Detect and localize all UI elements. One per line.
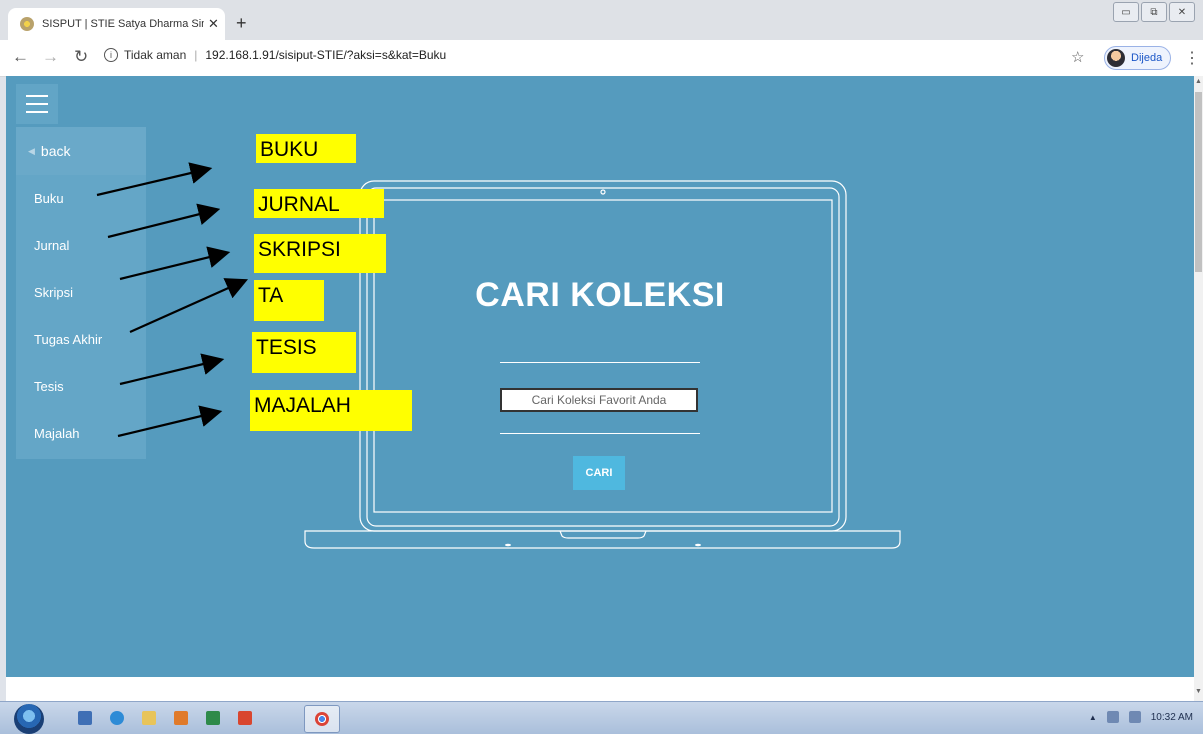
restore-button[interactable]: ⧉ — [1141, 2, 1167, 22]
page-title: CARI KOLEKSI — [475, 276, 725, 314]
profile-button[interactable]: Dijeda — [1104, 46, 1172, 70]
search-button[interactable]: CARI — [573, 456, 625, 490]
close-window-button[interactable]: ✕ — [1169, 2, 1195, 22]
scroll-down-icon[interactable]: ▼ — [1195, 688, 1202, 695]
start-button[interactable] — [14, 704, 44, 734]
excel-icon[interactable] — [206, 711, 220, 725]
page-scrollbar[interactable]: ▲ ▼ — [1194, 76, 1203, 701]
browser-toolbar: ← → ↻ i Tidak aman | 192.168.1.91/sisipu… — [0, 40, 1203, 77]
browser-tab[interactable]: SISPUT | STIE Satya Dharma Singa ✕ — [8, 8, 225, 40]
explorer-icon[interactable] — [142, 711, 156, 725]
address-url[interactable]: 192.168.1.91/sisiput-STIE/?aksi=s&kat=Bu… — [205, 48, 446, 62]
tray-expand-icon[interactable]: ▲ — [1089, 713, 1097, 722]
volume-icon[interactable] — [1128, 711, 1141, 723]
arrow-tesis — [119, 353, 225, 386]
tab-strip: SISPUT | STIE Satya Dharma Singa ✕ + ▭ ⧉… — [0, 0, 1203, 40]
info-icon[interactable]: i — [104, 48, 118, 62]
chrome-icon — [315, 712, 329, 726]
powerpoint-icon[interactable] — [238, 711, 252, 725]
forward-arrow-icon[interactable]: → — [42, 48, 59, 66]
security-label: Tidak aman — [124, 48, 187, 62]
network-icon[interactable] — [1106, 711, 1119, 723]
tab-title: SISPUT | STIE Satya Dharma Singa — [42, 18, 204, 30]
avatar — [1107, 49, 1125, 67]
arrow-jurnal — [107, 203, 221, 239]
back-arrow-icon[interactable]: ← — [12, 48, 29, 66]
tab-close-icon[interactable]: ✕ — [208, 16, 219, 32]
clock[interactable]: 10:32 AM — [1151, 712, 1193, 723]
arrow-ta — [129, 278, 249, 334]
divider-bottom — [500, 433, 700, 434]
search-input[interactable] — [500, 388, 698, 412]
annotation-arrows — [96, 162, 249, 438]
divider-top — [500, 362, 700, 363]
chrome-taskbar-button[interactable] — [304, 705, 340, 733]
favicon-icon — [20, 17, 34, 31]
ie-icon[interactable] — [110, 711, 124, 725]
menu-dots-icon[interactable]: ⋮ — [1184, 48, 1200, 68]
arrow-skripsi — [119, 246, 231, 281]
arrow-buku — [96, 162, 213, 197]
scroll-thumb[interactable] — [1195, 92, 1202, 272]
page-content: ◀ back Buku Jurnal Skripsi Tugas Akhir T… — [6, 76, 1194, 677]
media-player-icon[interactable] — [174, 711, 188, 725]
arrow-majalah — [117, 405, 223, 438]
word-icon[interactable] — [78, 711, 92, 725]
system-tray: ▲ 10:32 AM — [1089, 711, 1193, 723]
new-tab-button[interactable]: + — [236, 14, 247, 32]
scroll-up-icon[interactable]: ▲ — [1195, 78, 1202, 85]
profile-name: Dijeda — [1131, 52, 1163, 64]
minimize-button[interactable]: ▭ — [1113, 2, 1139, 22]
window-controls: ▭ ⧉ ✕ — [1113, 2, 1195, 22]
reload-icon[interactable]: ↻ — [74, 48, 88, 66]
address-divider: | — [194, 48, 198, 62]
address-bar[interactable]: i Tidak aman | 192.168.1.91/sisiput-STIE… — [104, 48, 446, 62]
page-footer-area — [6, 677, 1194, 701]
taskbar: ▲ 10:32 AM — [0, 701, 1203, 734]
star-icon[interactable]: ☆ — [1071, 48, 1084, 66]
